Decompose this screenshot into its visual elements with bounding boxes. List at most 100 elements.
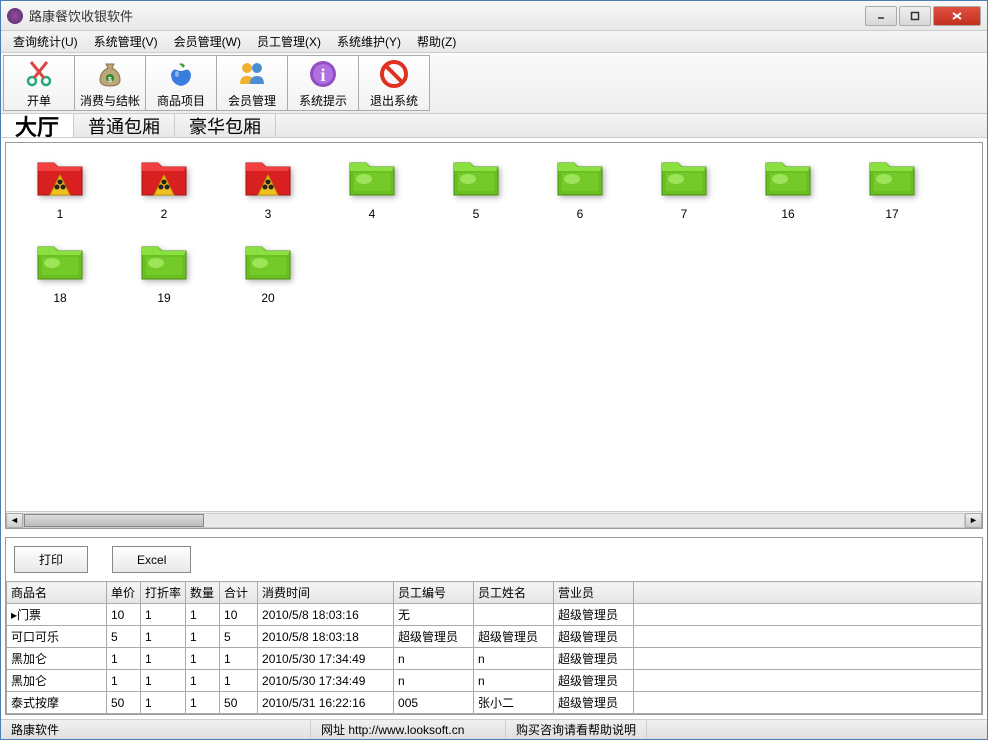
table-header[interactable]: 员工编号	[394, 582, 474, 604]
table-cell: 超级管理员	[554, 670, 634, 692]
table-header[interactable]: 单价	[107, 582, 141, 604]
menu-item-5[interactable]: 帮助(Z)	[409, 30, 464, 53]
table-header[interactable]: 数量	[186, 582, 220, 604]
table-header[interactable]: 合计	[220, 582, 258, 604]
table-cell: 超级管理员	[554, 626, 634, 648]
table-cell: 泰式按摩	[7, 692, 107, 714]
toolbar-info-button[interactable]: i 系统提示	[287, 55, 359, 111]
folder-free-icon	[240, 237, 296, 285]
table-row[interactable]: 可口可乐51152010/5/8 18:03:18超级管理员超级管理员超级管理员	[7, 626, 982, 648]
table-cell: 50	[220, 692, 258, 714]
tab-0[interactable]: 大厅	[1, 114, 74, 137]
table-cell: 2010/5/31 16:22:16	[258, 692, 394, 714]
table-cell: 1	[141, 604, 186, 626]
room-label: 2	[161, 207, 168, 221]
table-cell: 超级管理员	[554, 604, 634, 626]
table-header[interactable]: 消费时间	[258, 582, 394, 604]
room-2[interactable]: 2	[120, 153, 208, 221]
toolbar-moneybag-button[interactable]: $消费与结帐	[74, 55, 146, 111]
room-label: 16	[781, 207, 794, 221]
folder-free-icon	[552, 153, 608, 201]
room-20[interactable]: 20	[224, 237, 312, 305]
menu-item-2[interactable]: 会员管理(W)	[166, 30, 249, 53]
folder-occupied-icon	[136, 153, 192, 201]
table-row[interactable]: 黑加仑11112010/5/30 17:34:49nn超级管理员	[7, 648, 982, 670]
room-3[interactable]: 3	[224, 153, 312, 221]
folder-free-icon	[656, 153, 712, 201]
room-18[interactable]: 18	[16, 237, 104, 305]
table-cell: n	[394, 648, 474, 670]
toolbar-label: 会员管理	[228, 92, 276, 109]
tab-2[interactable]: 豪华包厢	[175, 114, 276, 137]
room-6[interactable]: 6	[536, 153, 624, 221]
table-cell: 2010/5/30 17:34:49	[258, 648, 394, 670]
room-16[interactable]: 16	[744, 153, 832, 221]
menu-item-1[interactable]: 系统管理(V)	[86, 30, 166, 53]
toolbar-label: 消费与结帐	[80, 92, 140, 109]
svg-text:i: i	[320, 65, 325, 85]
table-cell: 50	[107, 692, 141, 714]
room-label: 7	[681, 207, 688, 221]
table-cell: 1	[141, 626, 186, 648]
bottom-panel: 打印 Excel 商品名单价打折率数量合计消费时间员工编号员工姓名营业员 ▸门票…	[5, 537, 983, 715]
room-1[interactable]: 1	[16, 153, 104, 221]
table-cell: 超级管理员	[474, 626, 554, 648]
status-right: 购买咨询请看帮助说明	[506, 720, 647, 739]
table-header[interactable]: 营业员	[554, 582, 634, 604]
table-row[interactable]: ▸门票1011102010/5/8 18:03:16无超级管理员	[7, 604, 982, 626]
folder-free-icon	[760, 153, 816, 201]
titlebar: 路康餐饮收银软件	[1, 1, 987, 31]
table-row[interactable]: 泰式按摩5011502010/5/31 16:22:16005张小二超级管理员	[7, 692, 982, 714]
room-17[interactable]: 17	[848, 153, 936, 221]
excel-button[interactable]: Excel	[112, 546, 191, 573]
room-5[interactable]: 5	[432, 153, 520, 221]
close-button[interactable]	[933, 6, 981, 26]
scissors-icon	[23, 58, 55, 90]
toolbar-apple-button[interactable]: 商品项目	[145, 55, 217, 111]
app-icon	[7, 8, 23, 24]
table-row[interactable]: 黑加仑11112010/5/30 17:34:49nn超级管理员	[7, 670, 982, 692]
toolbar-exit-button[interactable]: 退出系统	[358, 55, 430, 111]
table-cell: 5	[220, 626, 258, 648]
folder-free-icon	[136, 237, 192, 285]
table-cell: 超级管理员	[554, 648, 634, 670]
statusbar: 路康软件 网址 http://www.looksoft.cn 购买咨询请看帮助说…	[1, 719, 987, 739]
toolbar: 开单$消费与结帐商品项目会员管理 i 系统提示退出系统	[1, 53, 987, 114]
table-cell: n	[474, 648, 554, 670]
toolbar-users-button[interactable]: 会员管理	[216, 55, 288, 111]
room-panel: 1 2 3456 7 16 17 181920 ◄ ►	[5, 142, 983, 529]
table-cell: 2010/5/30 17:34:49	[258, 670, 394, 692]
toolbar-label: 系统提示	[299, 92, 347, 109]
table-cell: 10	[220, 604, 258, 626]
table-cell: 1	[141, 670, 186, 692]
exit-icon	[378, 58, 410, 90]
room-label: 17	[885, 207, 898, 221]
menu-item-4[interactable]: 系统维护(Y)	[329, 30, 409, 53]
table-cell: 1	[186, 670, 220, 692]
table-header[interactable]: 员工姓名	[474, 582, 554, 604]
table-cell: 5	[107, 626, 141, 648]
room-7[interactable]: 7	[640, 153, 728, 221]
table-cell: 1	[186, 648, 220, 670]
menu-item-0[interactable]: 查询统计(U)	[5, 30, 86, 53]
table-cell: 无	[394, 604, 474, 626]
info-icon: i	[307, 58, 339, 90]
table-cell: 2010/5/8 18:03:16	[258, 604, 394, 626]
users-icon	[236, 58, 268, 90]
table-cell: 超级管理员	[554, 692, 634, 714]
menu-item-3[interactable]: 员工管理(X)	[249, 30, 329, 53]
minimize-button[interactable]	[865, 6, 897, 26]
table-cell: 黑加仑	[7, 648, 107, 670]
toolbar-scissors-button[interactable]: 开单	[3, 55, 75, 111]
tab-1[interactable]: 普通包厢	[74, 114, 175, 137]
room-19[interactable]: 19	[120, 237, 208, 305]
table-cell: n	[474, 670, 554, 692]
table-header[interactable]: 商品名	[7, 582, 107, 604]
table-header[interactable]: 打折率	[141, 582, 186, 604]
room-hscroll[interactable]: ◄ ►	[6, 511, 982, 528]
folder-free-icon	[448, 153, 504, 201]
maximize-button[interactable]	[899, 6, 931, 26]
table-cell: 1	[107, 670, 141, 692]
room-4[interactable]: 4	[328, 153, 416, 221]
print-button[interactable]: 打印	[14, 546, 88, 573]
